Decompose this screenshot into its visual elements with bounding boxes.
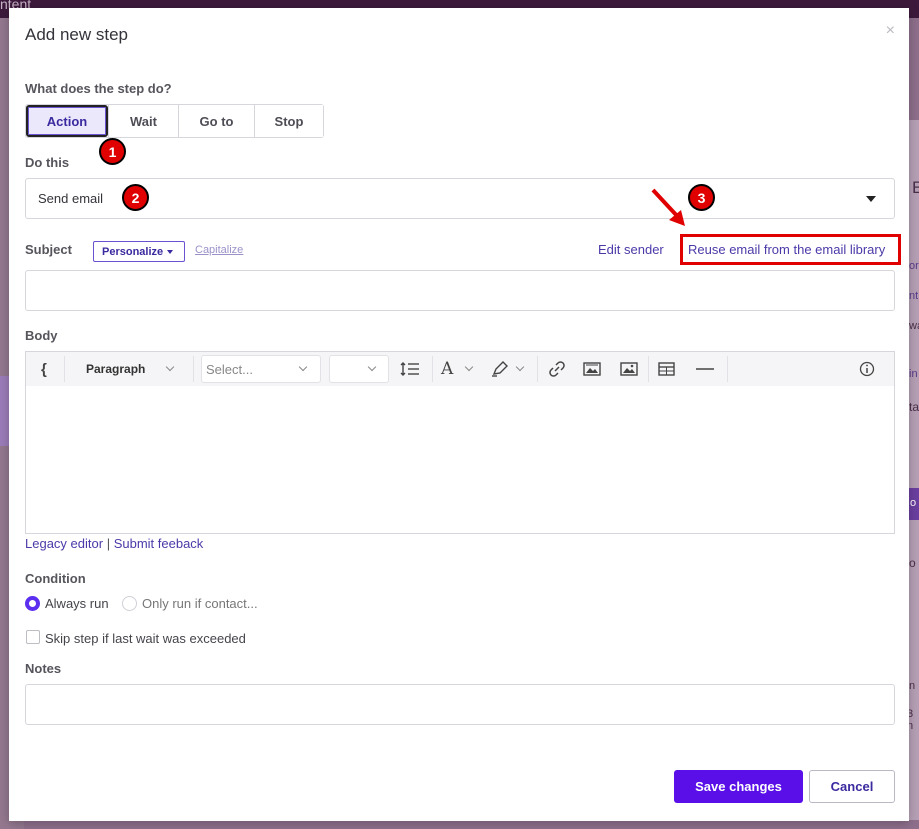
condition-label: Condition [25,571,86,586]
conditional-run-radio[interactable] [122,596,137,611]
editor-toolbar: { Paragraph Select... A [26,352,894,386]
capitalize-link[interactable]: Capitalize [195,244,243,256]
legacy-editor-link[interactable]: Legacy editor [25,536,103,551]
do-this-label: Do this [25,155,70,170]
step-type-segmented-control: Action Wait Go to Stop [25,104,324,138]
conditional-run-label: Only run if contact... [142,596,258,611]
always-run-radio[interactable] [25,596,40,611]
body-label: Body [25,328,58,343]
skip-step-label: Skip step if last wait was exceeded [45,631,246,646]
background-letter: nt [909,290,919,302]
body-editor: { Paragraph Select... A [25,351,895,534]
annotation-badge-2: 2 [122,184,149,211]
background-letter: o [909,556,916,570]
personalize-button-label: Personalize [102,245,164,258]
action-select[interactable]: Send email [25,178,895,219]
always-run-label: Always run [45,596,109,611]
background-letter: o [910,497,917,509]
skip-step-checkbox[interactable] [26,630,40,644]
toolbar-divider [648,356,649,382]
toolbar-divider [64,356,65,382]
chevron-down-icon [165,362,175,372]
font-select-placeholder: Select... [206,361,253,377]
info-icon[interactable] [859,352,875,386]
cancel-button[interactable]: Cancel [809,770,895,803]
tab-stop[interactable]: Stop [254,105,323,137]
body-editor-content[interactable] [26,386,894,533]
line-height-icon[interactable] [400,352,420,386]
link-icon[interactable] [547,352,567,386]
image-gallery-icon[interactable] [583,352,601,386]
link-separator: | [106,536,111,551]
reuse-email-library-link[interactable]: Reuse email from the email library [688,242,885,257]
background-letter: or [909,260,919,272]
background-letter: E [912,178,919,197]
chevron-down-icon [515,362,525,372]
toolbar-divider [537,356,538,382]
toolbar-divider [432,356,433,382]
notes-label: Notes [25,661,62,676]
action-select-value: Send email [38,191,104,206]
chevron-down-icon [464,362,474,372]
background-letter: wa [909,320,919,332]
notes-input[interactable] [25,684,895,725]
add-step-dialog: Add new step × What does the step do? Ac… [9,8,909,821]
paragraph-style-select[interactable]: Paragraph [86,352,145,386]
toolbar-divider [193,356,194,382]
table-icon[interactable] [658,352,676,386]
tab-go-to[interactable]: Go to [178,105,254,137]
caret-down-icon [866,196,876,202]
merge-field-button[interactable]: { [41,352,47,386]
image-icon[interactable] [620,352,638,386]
editor-footer-links: Legacy editor | Submit feeback [25,536,203,551]
background-letter: ta [909,400,919,414]
horizontal-rule-icon[interactable] [695,352,715,386]
toolbar-divider [727,356,728,382]
font-size-select[interactable] [329,355,389,383]
tab-action[interactable]: Action [26,105,108,137]
submit-feedback-link[interactable]: Submit feeback [114,536,204,551]
annotation-badge-3: 3 [688,184,715,211]
background-letter: in [909,368,918,380]
annotation-arrow-icon [651,188,685,226]
caret-down-icon [167,249,174,254]
dialog-title: Add new step [25,25,129,44]
edit-sender-link[interactable]: Edit sender [598,242,664,257]
highlight-pen-icon[interactable] [491,352,509,386]
save-changes-button[interactable]: Save changes [674,770,803,803]
text-color-icon[interactable]: A [441,352,453,386]
background-letter: n [909,680,916,692]
annotation-badge-1: 1 [99,138,126,165]
subject-input[interactable] [25,270,895,311]
close-icon[interactable]: × [886,22,895,40]
step-type-label: What does the step do? [25,81,172,96]
subject-label: Subject [25,242,72,257]
tab-wait[interactable]: Wait [108,105,178,137]
personalize-button[interactable]: Personalize [93,241,185,262]
